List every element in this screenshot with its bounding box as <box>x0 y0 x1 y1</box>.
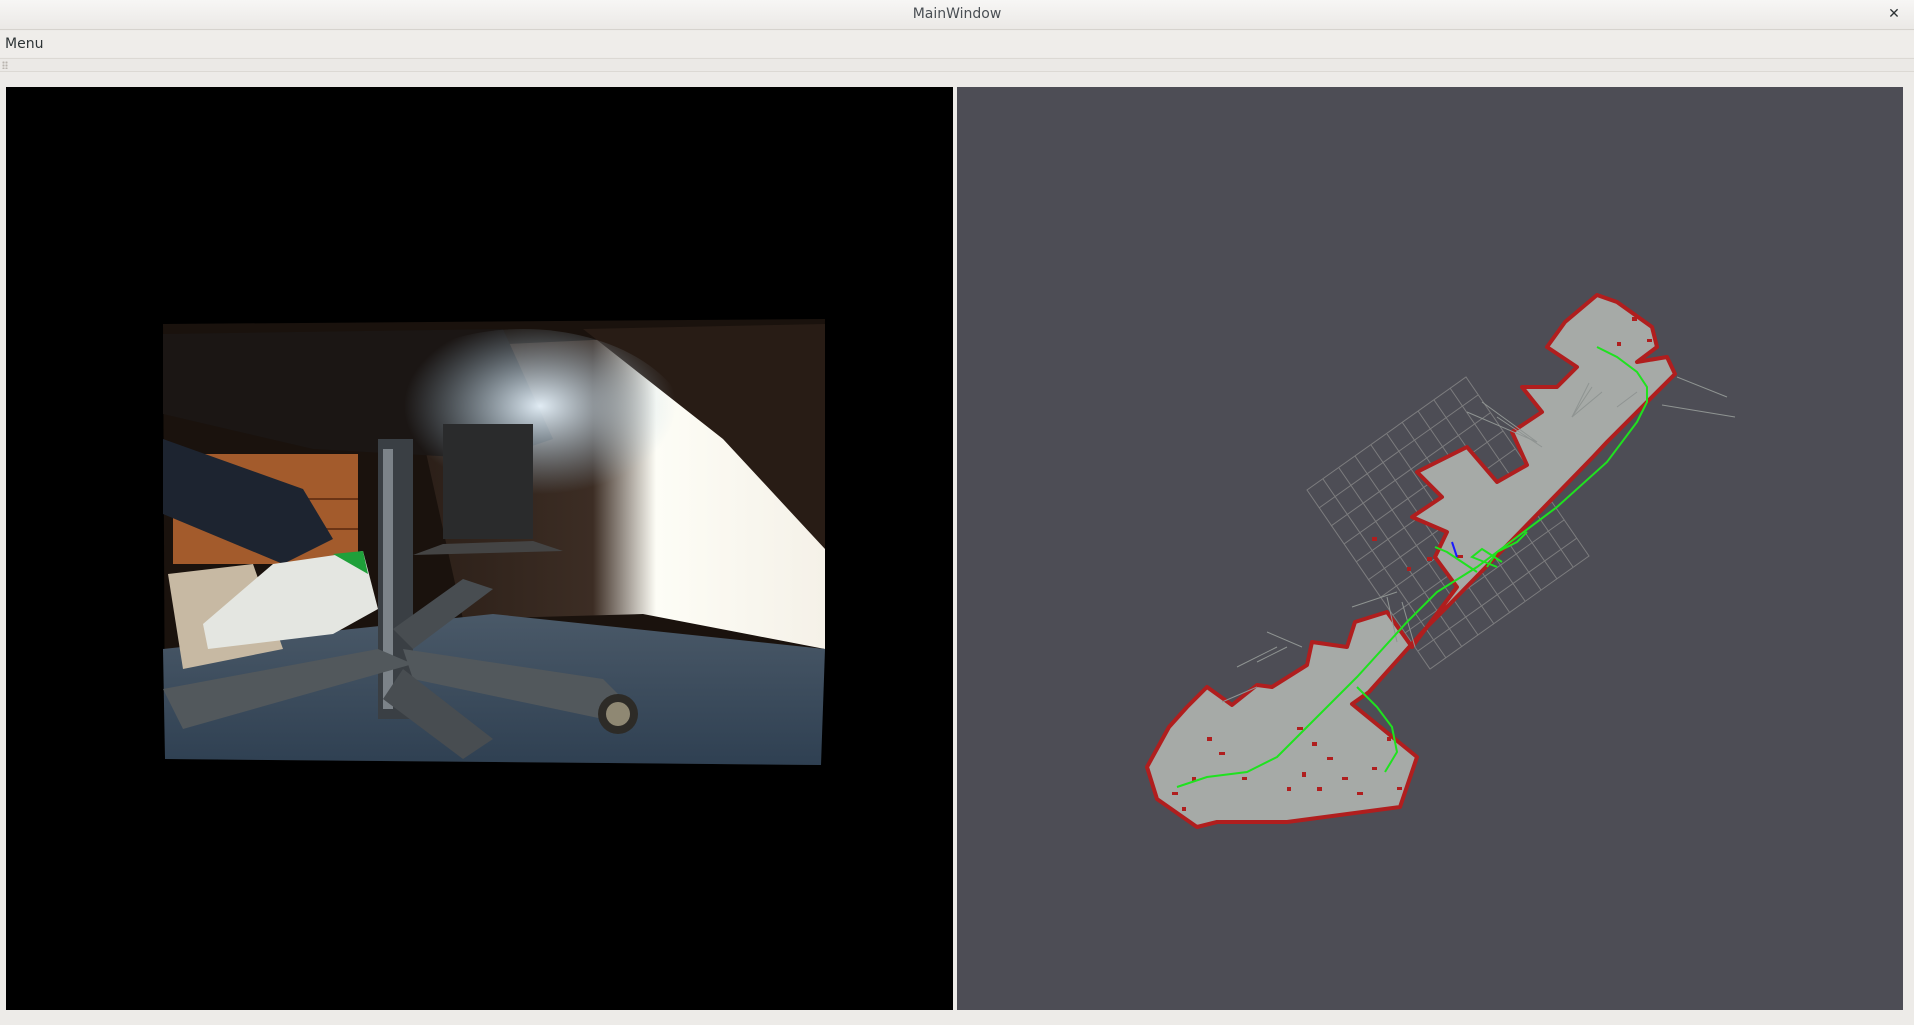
toolbar-grip-handle[interactable] <box>2 61 8 69</box>
camera-view-panel <box>6 87 953 1010</box>
toolbar <box>0 58 1914 72</box>
close-button[interactable]: ✕ <box>1884 4 1904 24</box>
statusbar <box>0 1012 1914 1025</box>
window-titlebar: MainWindow ✕ <box>0 0 1914 30</box>
window-title: MainWindow <box>912 6 1002 22</box>
occupancy-map[interactable] <box>957 87 1903 1010</box>
menubar: Menu <box>0 31 1914 57</box>
menu-item-menu[interactable]: Menu <box>5 36 43 52</box>
map-view-panel[interactable] <box>957 87 1903 1010</box>
camera-image <box>163 319 825 765</box>
map-free-space <box>1145 293 1677 829</box>
